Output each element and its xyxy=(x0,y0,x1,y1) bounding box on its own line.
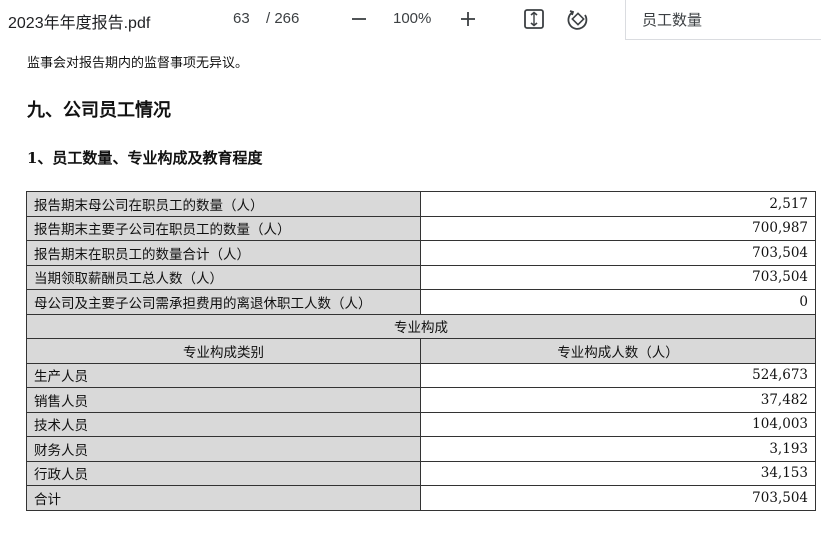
table-row: 行政人员 34,153 xyxy=(26,460,816,486)
table-row: 技术人员 104,003 xyxy=(26,411,816,437)
rotate-button[interactable] xyxy=(565,6,591,32)
document-title: 2023年年度报告.pdf xyxy=(8,15,151,32)
employee-table: 报告期末母公司在职员工的数量（人） 2,517 报告期末主要子公司在职员工的数量… xyxy=(26,191,816,511)
table-row: 母公司及主要子公司需承担费用的离退休职工人数（人） 0 xyxy=(26,289,816,315)
section-title: 专业构成 xyxy=(26,313,816,339)
row-label: 当期领取薪酬员工总人数（人） xyxy=(26,264,421,290)
row-value: 0 xyxy=(420,289,816,315)
row-label: 报告期末在职员工的数量合计（人） xyxy=(26,240,421,266)
category-label: 技术人员 xyxy=(26,411,421,437)
row-value: 2,517 xyxy=(420,191,816,217)
subsection-heading: 1、员工数量、专业构成及教育程度 xyxy=(27,149,263,167)
row-value: 703,504 xyxy=(420,264,816,290)
row-label: 报告期末主要子公司在职员工的数量（人） xyxy=(26,215,421,241)
minus-icon xyxy=(352,18,366,20)
table-row: 合计 703,504 xyxy=(26,485,816,511)
category-value: 34,153 xyxy=(420,460,816,486)
zoom-in-button[interactable] xyxy=(457,8,479,30)
category-value: 37,482 xyxy=(420,387,816,413)
table-row: 报告期末母公司在职员工的数量（人） 2,517 xyxy=(26,191,816,217)
row-value: 700,987 xyxy=(420,215,816,241)
rotate-icon xyxy=(567,10,588,30)
category-value: 524,673 xyxy=(420,362,816,388)
page-number-input[interactable]: 63 xyxy=(233,10,250,27)
zoom-level[interactable]: 100% xyxy=(393,10,431,27)
table-section-row: 专业构成 xyxy=(26,313,816,339)
pdf-toolbar: 2023年年度报告.pdf 63 / 266 100% xyxy=(0,0,821,40)
pdf-page: 监事会对报告期内的监督事项无异议。 九、公司员工情况 1、员工数量、专业构成及教… xyxy=(0,40,821,542)
table-row: 销售人员 37,482 xyxy=(26,387,816,413)
row-label: 母公司及主要子公司需承担费用的离退休职工人数（人） xyxy=(26,289,421,315)
table-row: 财务人员 3,193 xyxy=(26,436,816,462)
column-header-category: 专业构成类别 xyxy=(26,338,421,364)
fit-page-button[interactable] xyxy=(522,7,546,31)
total-value: 703,504 xyxy=(420,485,816,511)
category-label: 行政人员 xyxy=(26,460,421,486)
search-box[interactable] xyxy=(625,0,821,40)
column-header-count: 专业构成人数（人） xyxy=(420,338,816,364)
search-input[interactable] xyxy=(640,0,814,38)
fit-page-icon xyxy=(524,9,544,29)
row-label: 报告期末母公司在职员工的数量（人） xyxy=(26,191,421,217)
table-header-row: 专业构成类别 专业构成人数（人） xyxy=(26,338,816,364)
section-heading: 九、公司员工情况 xyxy=(27,100,171,121)
category-label: 销售人员 xyxy=(26,387,421,413)
row-value: 703,504 xyxy=(420,240,816,266)
table-row: 报告期末主要子公司在职员工的数量（人） 700,987 xyxy=(26,215,816,241)
category-value: 3,193 xyxy=(420,436,816,462)
category-value: 104,003 xyxy=(420,411,816,437)
table-row: 报告期末在职员工的数量合计（人） 703,504 xyxy=(26,240,816,266)
plus-icon xyxy=(461,12,475,26)
table-row: 当期领取薪酬员工总人数（人） 703,504 xyxy=(26,264,816,290)
zoom-out-button[interactable] xyxy=(348,8,370,30)
category-label: 财务人员 xyxy=(26,436,421,462)
total-label: 合计 xyxy=(26,485,421,511)
table-row: 生产人员 524,673 xyxy=(26,362,816,388)
intro-text: 监事会对报告期内的监督事项无异议。 xyxy=(27,56,249,71)
category-label: 生产人员 xyxy=(26,362,421,388)
page-total: / 266 xyxy=(266,10,300,27)
